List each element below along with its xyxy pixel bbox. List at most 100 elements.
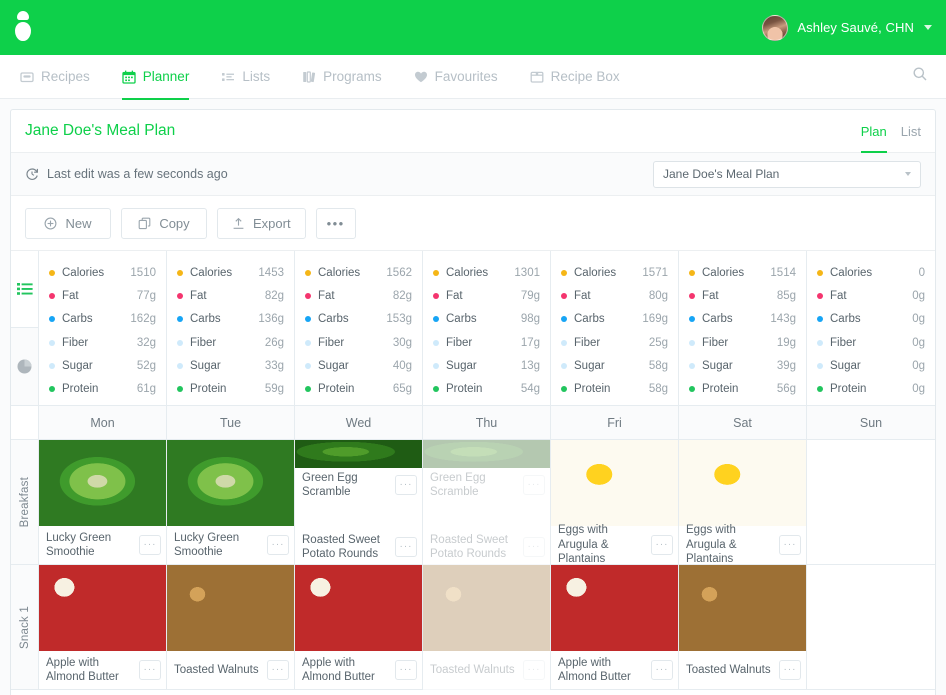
nutrient-value: 77g <box>136 289 156 302</box>
nutrient-row: Calories 1562 <box>305 261 412 284</box>
tab-plan[interactable]: Plan <box>860 110 887 153</box>
meal-card[interactable]: Toasted Walnuts ··· <box>423 565 550 689</box>
nav-item-favourites[interactable]: Favourites <box>398 55 514 99</box>
tab-list[interactable]: List <box>901 110 921 153</box>
export-button[interactable]: Export <box>217 207 306 239</box>
more-dots-icon[interactable]: ··· <box>395 660 417 680</box>
meal-cell[interactable]: Eggs with Arugula & Plantains ··· <box>551 440 678 565</box>
more-dots-icon[interactable]: ··· <box>139 660 161 680</box>
nutrient-row: Carbs 0g <box>817 308 925 331</box>
meal-card[interactable]: Toasted Walnuts ··· <box>679 565 806 689</box>
more-dots-icon[interactable]: ··· <box>523 537 545 557</box>
nav-item-planner[interactable]: Planner <box>106 55 206 100</box>
meal-cell[interactable]: Apple with Almond Butter ··· <box>39 565 166 690</box>
more-dots-icon[interactable]: ··· <box>523 660 545 680</box>
nutrient-value: 32g <box>136 336 156 349</box>
meal-card-footer: Apple with Almond Butter ··· <box>551 651 678 689</box>
more-dots-icon[interactable]: ··· <box>651 660 673 680</box>
nutrient-dot-icon <box>305 316 311 323</box>
nutrient-label: Sugar <box>574 359 605 372</box>
meal-cell[interactable]: Eggs with Arugula & Plantains ··· <box>679 440 806 565</box>
meal-card[interactable]: Apple with Almond Butter ··· <box>295 565 422 689</box>
nutrient-row: Calories 0 <box>817 261 925 284</box>
meal-cell[interactable]: Green Egg Scramble ··· Roasted Sweet Potat… <box>423 440 550 565</box>
nutrient-value: 136g <box>258 313 284 326</box>
more-icon: ••• <box>326 215 345 231</box>
meal-card-footer: Eggs with Arugula & Plantains ··· <box>551 524 678 564</box>
nutrient-label: Protein <box>702 383 739 396</box>
nutrient-label: Fat <box>702 289 719 302</box>
nutrient-dot-icon <box>561 316 567 323</box>
nutrient-row: Carbs 143g <box>689 308 796 331</box>
nutrient-dot-icon <box>177 316 183 323</box>
nav-item-programs[interactable]: Programs <box>286 55 398 99</box>
planner-rail: Breakfast Snack 1 <box>11 251 39 690</box>
search-icon[interactable] <box>912 66 932 87</box>
meal-card[interactable]: Eggs with Arugula & Plantains ··· <box>551 440 678 564</box>
nav-item-recipe-box[interactable]: Recipe Box <box>514 55 636 99</box>
meal-card[interactable]: Lucky Green Smoothie ··· <box>167 440 294 564</box>
more-dots-icon[interactable]: ··· <box>779 660 801 680</box>
more-dots-icon[interactable]: ··· <box>267 535 289 555</box>
nutrient-dot-icon <box>689 292 695 299</box>
meal-cell[interactable]: Lucky Green Smoothie ··· <box>39 440 166 565</box>
nutrient-row: Sugar 13g <box>433 354 540 377</box>
nutrition-summary: Calories 1562 Fat 82g Carbs 153g Fiber 30g Sugar… <box>295 251 422 406</box>
meal-cell[interactable]: Apple with Almond Butter ··· <box>295 565 422 690</box>
more-dots-icon[interactable]: ··· <box>395 537 417 557</box>
meal-card[interactable]: Lucky Green Smoothie ··· <box>39 440 166 564</box>
rail-label-snack-1: Snack 1 <box>11 565 38 690</box>
more-dots-icon[interactable]: ··· <box>267 660 289 680</box>
nutrient-label: Fat <box>190 289 207 302</box>
meal-cell[interactable]: Toasted Walnuts ··· <box>423 565 550 690</box>
rail-nutrition-toggle[interactable] <box>11 251 38 328</box>
user-menu[interactable]: Ashley Sauvé, CHN <box>762 14 932 41</box>
meal-card[interactable]: Green Egg Scramble ··· <box>423 440 550 502</box>
more-dots-icon[interactable]: ··· <box>395 475 417 495</box>
refresh-clock-icon <box>26 168 38 180</box>
turnip-logo-icon[interactable] <box>10 8 36 48</box>
nutrient-dot-icon <box>49 362 55 369</box>
meal-name: Lucky Green Smoothie <box>174 531 240 558</box>
meal-photo <box>551 565 678 651</box>
day-header-tue: Tue <box>167 406 294 440</box>
more-options-button[interactable]: ••• <box>315 207 356 239</box>
rail-chart-toggle[interactable] <box>11 328 38 406</box>
meal-cell[interactable]: Lucky Green Smoothie ··· <box>167 440 294 565</box>
meal-cell[interactable]: Toasted Walnuts ··· <box>679 565 806 690</box>
meal-name: Toasted Walnuts <box>174 663 259 676</box>
plan-select-value: Jane Doe's Meal Plan <box>663 167 780 181</box>
nutrient-row: Carbs 136g <box>177 308 284 331</box>
meal-cell[interactable] <box>807 440 935 565</box>
meal-card[interactable]: Apple with Almond Butter ··· <box>39 565 166 689</box>
nutrient-label: Protein <box>446 383 483 396</box>
nav-item-lists[interactable]: Lists <box>205 55 286 99</box>
nutrient-label: Fat <box>574 289 591 302</box>
plan-select[interactable]: Jane Doe's Meal Plan <box>653 160 921 188</box>
meal-cell[interactable]: Apple with Almond Butter ··· <box>551 565 678 690</box>
more-dots-icon[interactable]: ··· <box>779 535 801 555</box>
new-button[interactable]: New <box>25 207 111 239</box>
nutrient-value: 1571 <box>642 266 668 279</box>
meal-card[interactable]: Apple with Almond Butter ··· <box>551 565 678 689</box>
nutrient-dot-icon <box>689 316 695 323</box>
copy-button[interactable]: Copy <box>121 207 207 239</box>
more-dots-icon[interactable]: ··· <box>139 535 161 555</box>
nav-item-recipes[interactable]: Recipes <box>14 55 106 99</box>
nutrient-dot-icon <box>49 292 55 299</box>
meal-name: Eggs with Arugula & Plantains <box>686 524 737 564</box>
meal-card[interactable]: Green Egg Scramble ··· <box>295 440 422 502</box>
more-dots-icon[interactable]: ··· <box>651 535 673 555</box>
meal-cell[interactable] <box>807 565 935 690</box>
meal-photo <box>423 502 550 530</box>
meal-cell[interactable]: Toasted Walnuts ··· <box>167 565 294 690</box>
nutrition-summary: Calories 1514 Fat 85g Carbs 143g Fiber 19g Sugar… <box>679 251 806 406</box>
meal-card[interactable]: Roasted Sweet Potato Rounds ··· <box>423 502 550 564</box>
meal-card[interactable]: Roasted Sweet Potato Rounds ··· <box>295 502 422 564</box>
meal-card[interactable]: Eggs with Arugula & Plantains ··· <box>679 440 806 564</box>
list-icon <box>222 72 235 81</box>
meal-card[interactable]: Toasted Walnuts ··· <box>167 565 294 689</box>
more-dots-icon[interactable]: ··· <box>523 475 545 495</box>
meal-name: Toasted Walnuts <box>686 663 771 676</box>
meal-cell[interactable]: Green Egg Scramble ··· Roasted Sweet Potat… <box>295 440 422 565</box>
